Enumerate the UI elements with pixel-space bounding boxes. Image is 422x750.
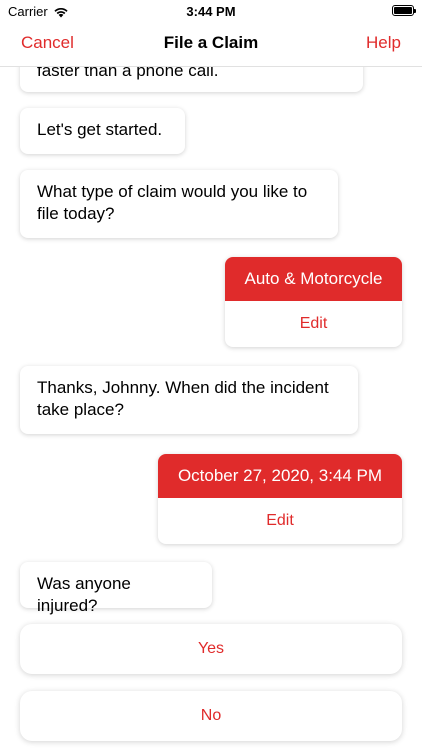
message-text: faster than a phone call. (37, 66, 219, 80)
message-text: Thanks, Johnny. When did the incident ta… (37, 378, 329, 419)
no-button[interactable]: No (20, 691, 402, 741)
yes-button[interactable]: Yes (20, 624, 402, 674)
help-button[interactable]: Help (366, 33, 401, 53)
user-reply-text: October 27, 2020, 3:44 PM (158, 454, 402, 498)
cancel-button[interactable]: Cancel (21, 33, 74, 53)
user-reply: Auto & Motorcycle Edit (225, 257, 402, 347)
user-reply: October 27, 2020, 3:44 PM Edit (158, 454, 402, 544)
bot-message: faster than a phone call. (20, 66, 363, 92)
message-text: What type of claim would you like to fil… (37, 182, 308, 223)
user-reply-text: Auto & Motorcycle (225, 257, 402, 301)
navigation-bar: Cancel File a Claim Help (0, 22, 422, 67)
message-text: Was anyone injured? (37, 574, 131, 615)
status-bar: Carrier 3:44 PM (0, 0, 422, 22)
battery-icon (392, 5, 416, 16)
bot-message: Thanks, Johnny. When did the incident ta… (20, 366, 358, 434)
edit-button[interactable]: Edit (158, 498, 402, 544)
bot-message: Was anyone injured? (20, 562, 212, 615)
edit-button[interactable]: Edit (225, 301, 402, 347)
chat-transcript[interactable]: faster than a phone call. Let's get star… (0, 66, 422, 750)
bot-message: What type of claim would you like to fil… (20, 170, 338, 238)
message-text: Let's get started. (37, 120, 163, 139)
bot-message: Let's get started. (20, 108, 185, 154)
status-time: 3:44 PM (186, 4, 236, 19)
